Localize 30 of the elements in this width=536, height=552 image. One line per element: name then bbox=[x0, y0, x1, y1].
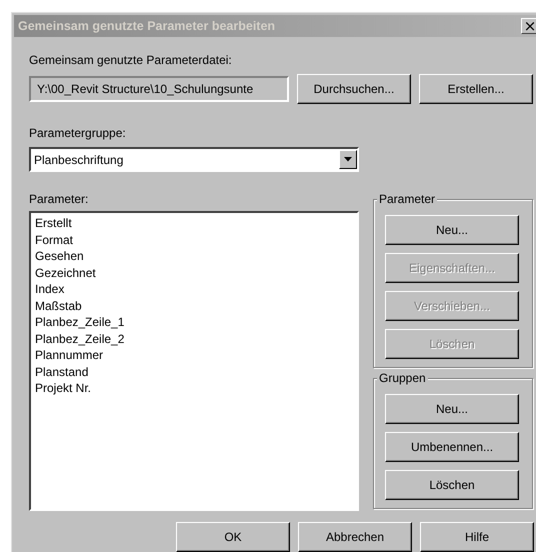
dialog-button[interactable]: Hilfe bbox=[420, 522, 534, 552]
list-item[interactable]: Projekt Nr. bbox=[34, 380, 92, 396]
list-item[interactable]: Planbez_Zeile_1 bbox=[34, 314, 126, 330]
dialog-button[interactable]: Abbrechen bbox=[298, 522, 412, 552]
group-box-title: Gruppen bbox=[377, 371, 428, 386]
parameter-list[interactable]: Erstellt Format Gesehen Gezeichnet Index Maßstab Planbez_Zeile_1 Planbez_Zeile_2 Plannummer Planstand Projekt Nr. bbox=[29, 211, 359, 511]
list-item[interactable]: Planstand bbox=[34, 364, 90, 380]
list-item[interactable]: Index bbox=[34, 281, 66, 298]
field-label: Gemeinsam genutzte Parameterdatei: bbox=[29, 53, 232, 68]
dialog-button[interactable]: Neu... bbox=[385, 394, 519, 424]
dialog-button[interactable]: Umbenennen... bbox=[385, 432, 519, 462]
list-item[interactable]: Gezeichnet bbox=[34, 264, 97, 281]
list-item[interactable]: Erstellt bbox=[34, 215, 73, 232]
window-title: Gemeinsam genutzte Parameter bearbeiten bbox=[18, 19, 276, 33]
dialog-button[interactable]: Durchsuchen... bbox=[297, 74, 411, 104]
dialog-button[interactable]: OK bbox=[176, 522, 290, 552]
close-button[interactable]: × bbox=[521, 18, 536, 34]
list-item[interactable]: Plannummer bbox=[34, 347, 104, 364]
list-item[interactable]: Format bbox=[34, 232, 74, 248]
dialog-button[interactable]: Erstellen... bbox=[419, 74, 533, 104]
list-label: Parameter: bbox=[29, 192, 88, 207]
field-label: Parametergruppe: bbox=[29, 126, 126, 141]
dialog-button[interactable]: Löschen bbox=[385, 470, 519, 500]
list-item[interactable]: Maßstab bbox=[34, 298, 83, 314]
list-item[interactable]: Planbez_Zeile_2 bbox=[34, 330, 126, 347]
file-path-field[interactable]: Y:\00_Revit Structure\10_Schulungsunte bbox=[29, 76, 289, 102]
dialog-button[interactable]: Neu... bbox=[385, 215, 519, 245]
group-dropdown[interactable]: Planbeschriftung bbox=[29, 147, 359, 172]
dropdown-arrow-icon bbox=[344, 157, 352, 162]
list-item[interactable]: Gesehen bbox=[34, 248, 85, 264]
